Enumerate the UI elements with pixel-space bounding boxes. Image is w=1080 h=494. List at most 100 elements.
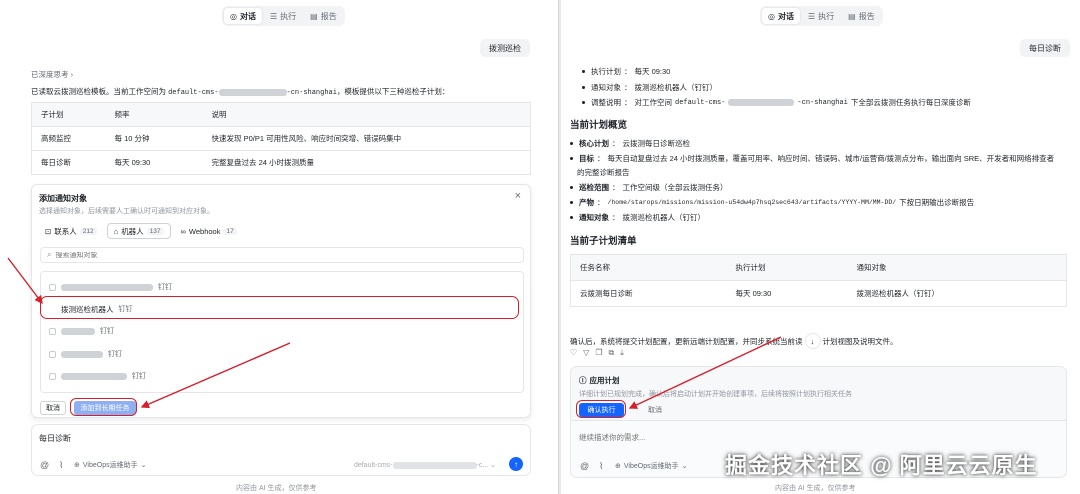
bullet-continuation: 的完整诊断报告	[577, 168, 630, 177]
workspace-selector[interactable]: default-cms- -c... ⌄	[354, 461, 496, 469]
list-icon: ☰	[807, 11, 816, 21]
tab-chat[interactable]: ◎ 对话	[224, 8, 262, 24]
tab-webhook[interactable]: ∞ Webhook 17	[175, 223, 243, 239]
bullet-item: 通知对象：拨测巡检机器人（钉钉）	[570, 212, 705, 223]
chevron-down-icon: ⌄	[490, 462, 497, 469]
overview-title: 当前计划概览	[570, 120, 628, 131]
chevron-right-icon: ›	[70, 70, 74, 79]
table-header: 执行计划	[726, 254, 848, 281]
chevron-down-icon: ⌄	[681, 463, 688, 470]
checkbox[interactable]	[49, 283, 56, 291]
task-table: 任务名称 执行计划 通知对象 云拨测每日诊断 每天 09:30 拨测巡检机器人（…	[570, 254, 1067, 307]
checkbox[interactable]	[49, 327, 56, 335]
search-box: ⌕	[40, 247, 524, 263]
tab-report[interactable]: ▤ 报告	[842, 8, 881, 24]
annotation-highlight-add-button	[70, 398, 137, 416]
view-tabs: ◎ 对话 ☰ 执行 ▤ 报告	[760, 6, 883, 26]
list-item[interactable]: 钉钉	[49, 369, 146, 383]
tab-execute[interactable]: ☰ 执行	[264, 8, 302, 24]
download-icon[interactable]: ⤓	[620, 348, 624, 358]
apply-plan-card: ⓘ 应用计划 详细计划已规划完成，确认后将启动计划并开始创建事项，后续将按照计划执…	[571, 367, 1066, 421]
ai-disclaimer: 内容由 AI 生成，仅供参考	[236, 485, 317, 492]
watermark: 掘金技术社区 @ 阿里云云原生	[725, 453, 1038, 478]
chat-input[interactable]	[579, 433, 1039, 442]
chevron-down-icon: ⌄	[140, 462, 147, 469]
message-actions: ♡ ▽ ❐ ⧉ ⤓	[570, 348, 624, 358]
bullet-item: 产物：/home/starops/missions/mission-u54dw4…	[570, 197, 974, 208]
send-button[interactable]: ↑	[509, 457, 523, 471]
copy-icon[interactable]: ❐	[595, 348, 602, 358]
at-icon[interactable]: @	[580, 461, 589, 471]
arrow-down-icon: ↓	[810, 336, 815, 346]
list-item[interactable]: 钉钉	[49, 347, 122, 361]
at-icon[interactable]: @	[40, 460, 49, 470]
deep-thinking-toggle[interactable]: 已深度思考 ›	[31, 69, 73, 80]
bullet-item: 通知对象：拨测巡检机器人（钉钉）	[582, 82, 717, 93]
tab-contacts[interactable]: ⊡ 联系人 212	[39, 223, 103, 239]
tab-report[interactable]: ▤ 报告	[304, 8, 343, 24]
redacted-workspace	[218, 88, 287, 96]
list-item[interactable]: 钉钉	[49, 324, 114, 338]
intro-text: 已读取云拨测巡检模板。当前工作空间为 default-cms- -cn-shang…	[31, 87, 450, 97]
tab-execute[interactable]: ☰ 执行	[802, 8, 840, 24]
thumbs-down-icon[interactable]: ▽	[583, 348, 589, 358]
user-message: 拨测巡检	[480, 39, 530, 57]
plan-table: 子计划 频率 说明 高频监控 每 10 分钟 快速发现 P0/P1 可用性风险、…	[31, 102, 531, 175]
webhook-icon: ∞	[180, 226, 186, 236]
report-icon: ▤	[848, 11, 856, 21]
cancel-button[interactable]: 取消	[40, 401, 66, 415]
table-header: 频率	[105, 102, 203, 127]
arrow-up-icon: ↑	[514, 459, 518, 469]
thumbs-up-icon[interactable]: ♡	[570, 348, 577, 358]
table-header: 说明	[202, 102, 531, 127]
modal-subtitle: 选择通知对象，后续需要人工确认时可通知到对应对象。	[39, 208, 214, 215]
modal-title: 添加通知对象	[39, 194, 87, 203]
ai-disclaimer: 内容由 AI 生成，仅供参考	[775, 485, 856, 492]
info-icon: ⓘ	[579, 376, 587, 385]
tab-robots[interactable]: ⌂ 机器人 137	[106, 223, 171, 239]
bullet-item: 目标：每天自动复盘过去 24 小时拨测质量，覆盖可用率、响应时间、错误码、城市/…	[570, 153, 1054, 164]
left-chat-panel: ◎ 对话 ☰ 执行 ▤ 报告 拨测巡检 已深度思考 › 已读取云拨测巡检模板。当前工作…	[0, 0, 559, 494]
robot-icon: ⊕	[74, 462, 80, 469]
report-icon: ▤	[310, 11, 318, 21]
bullet-item: 巡检范围：工作空间级（全部云拨测任务）	[570, 182, 728, 193]
contact-icon: ⊡	[45, 226, 52, 236]
table-row: 每日诊断 每天 09:30 完整复盘过去 24 小时拨测质量	[31, 150, 531, 175]
chat-icon: ◎	[230, 11, 237, 21]
chat-input[interactable]: 每日诊断 @ ⌇ ⊕ VibeOps运维助手 ⌄ default-cms- -c...…	[31, 424, 531, 476]
duplicate-icon[interactable]: ⧉	[609, 348, 615, 358]
right-chat-panel: ◎ 对话 ☰ 执行 ▤ 报告 每日诊断 执行计划：每天 09:30 通知对象：拨测巡检…	[561, 0, 1080, 494]
annotation-highlight-robot	[40, 296, 519, 319]
chat-icon: ◎	[768, 11, 775, 21]
attach-icon[interactable]: ⌇	[59, 460, 63, 471]
search-input[interactable]	[55, 251, 496, 259]
robot-icon: ⌂	[113, 226, 119, 236]
user-message: 每日诊断	[1020, 39, 1070, 57]
cancel-button[interactable]: 取消	[644, 403, 666, 417]
bullet-item: 调整说明：对工作空间 default-cms- -cn-shanghai 下全部云…	[582, 97, 971, 108]
close-icon[interactable]: ×	[515, 190, 521, 202]
confirm-text: 确认后，系统将提交计划配置，更新远端计划配置，并同步系统当前读 ↓ 计划视图及说…	[570, 333, 898, 349]
table-header: 子计划	[31, 102, 106, 127]
assistant-selector[interactable]: ⊕ VibeOps运维助手 ⌄	[615, 461, 687, 471]
tab-chat[interactable]: ◎ 对话	[762, 8, 800, 24]
apply-plan-desc: 详细计划已规划完成，确认后将启动计划并开始创建事项，后续将按照计划执行相关任务	[579, 391, 852, 398]
search-icon: ⌕	[47, 250, 52, 259]
checkbox[interactable]	[49, 350, 56, 358]
table-header: 任务名称	[570, 254, 727, 281]
bullet-item: 执行计划：每天 09:30	[582, 66, 670, 77]
list-item[interactable]: 钉钉	[49, 280, 172, 294]
checkbox[interactable]	[49, 372, 56, 380]
target-list: 钉钉 拨测巡检机器人 钉钉 钉钉 钉钉 钉钉	[40, 271, 524, 393]
attach-icon[interactable]: ⌇	[599, 461, 603, 472]
list-icon: ☰	[269, 11, 278, 21]
table-row: 高频监控 每 10 分钟 快速发现 P0/P1 可用性风险、响应时间突增、错误码…	[31, 126, 531, 151]
assistant-selector[interactable]: ⊕ VibeOps运维助手 ⌄	[74, 460, 146, 470]
chat-input-text: 每日诊断	[39, 434, 71, 443]
view-tabs: ◎ 对话 ☰ 执行 ▤ 报告	[222, 6, 345, 26]
table-row: 云拨测每日诊断 每天 09:30 拨测巡检机器人（钉钉）	[570, 280, 1067, 307]
annotation-highlight-confirm	[576, 400, 626, 418]
scroll-down-button[interactable]: ↓	[804, 333, 821, 349]
robot-icon: ⊕	[615, 463, 621, 470]
apply-plan-title: ⓘ 应用计划	[579, 376, 620, 385]
